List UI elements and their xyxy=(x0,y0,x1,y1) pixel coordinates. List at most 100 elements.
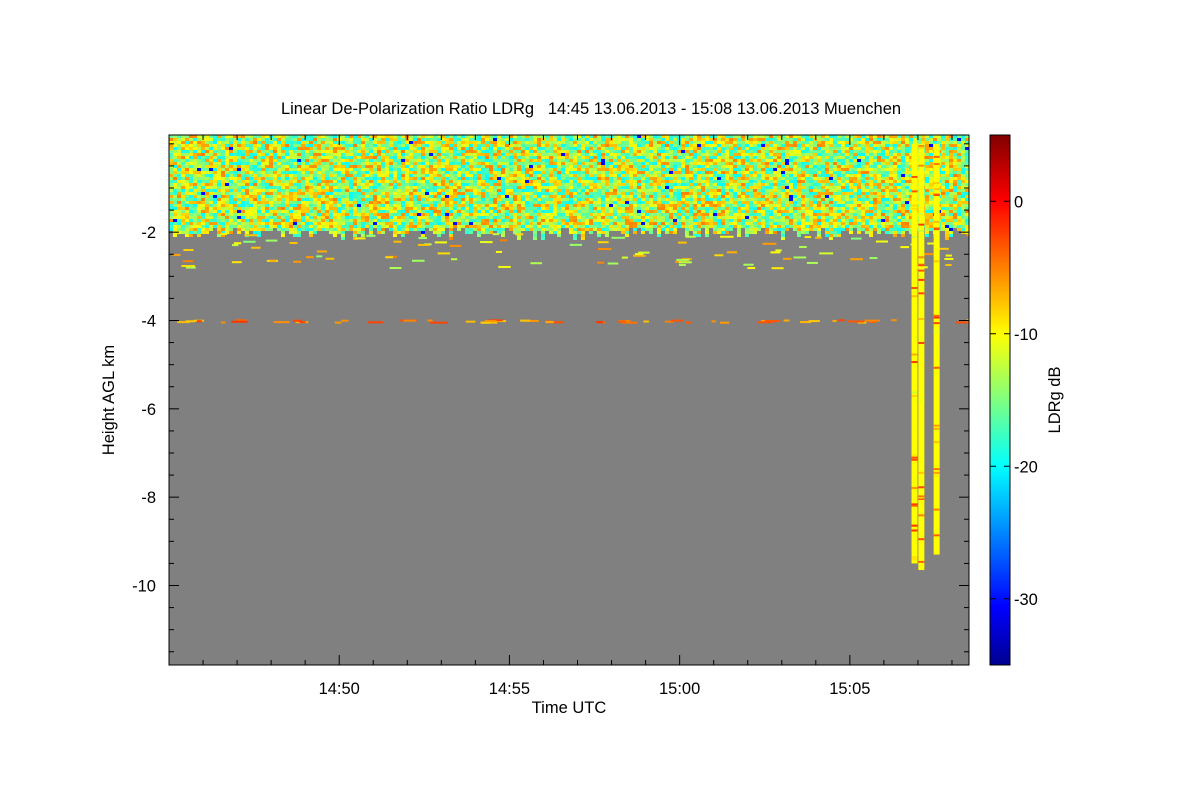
heatmap-cell xyxy=(413,150,417,153)
heatmap-cell xyxy=(441,204,445,207)
heatmap-cell xyxy=(329,177,333,180)
heatmap-cell xyxy=(337,162,341,165)
heatmap-cell xyxy=(609,201,613,204)
heatmap-cell xyxy=(761,141,765,144)
heatmap-cell xyxy=(177,156,181,159)
heatmap-cell xyxy=(757,219,761,222)
heatmap-cell xyxy=(617,138,621,141)
heatmap-cell xyxy=(441,150,445,153)
heatmap-cell xyxy=(465,141,469,144)
heatmap-cell xyxy=(681,204,685,207)
heatmap-cell xyxy=(381,225,385,228)
heatmap-cell xyxy=(505,141,509,144)
heatmap-cell xyxy=(453,144,457,147)
heatmap-cell xyxy=(617,159,621,162)
heatmap-cell xyxy=(673,192,677,195)
heatmap-cell xyxy=(393,153,397,156)
heatmap-cell xyxy=(705,222,709,225)
heatmap-cell xyxy=(189,168,193,171)
heatmap-cell xyxy=(693,192,697,195)
heatmap-cell xyxy=(581,216,585,219)
heatmap-cell xyxy=(425,192,429,195)
heatmap-cell xyxy=(725,213,729,216)
heatmap-cell xyxy=(309,144,313,147)
heatmap-cell xyxy=(309,165,313,168)
heatmap-cell xyxy=(725,219,729,222)
heatmap-cell xyxy=(189,156,193,159)
heatmap-cell xyxy=(369,168,373,171)
heatmap-cell xyxy=(329,147,333,150)
heatmap-cell xyxy=(573,234,577,237)
heatmap-cell xyxy=(377,165,381,168)
heatmap-cell xyxy=(521,165,525,168)
heatmap-cell xyxy=(389,225,393,228)
heatmap-cell xyxy=(425,177,429,180)
heatmap-cell xyxy=(641,213,645,216)
heatmap-cell xyxy=(257,138,261,141)
heatmap-cell xyxy=(593,183,597,186)
heatmap-cell xyxy=(569,165,573,168)
heatmap-cell xyxy=(517,222,521,225)
heatmap-cell xyxy=(329,156,333,159)
heatmap-cell xyxy=(297,141,301,144)
heatmap-cell xyxy=(737,192,741,195)
heatmap-cell xyxy=(361,171,365,174)
heatmap-cell xyxy=(533,216,537,219)
heatmap-cell xyxy=(569,216,573,219)
heatmap-cell xyxy=(561,183,565,186)
heatmap-cell xyxy=(261,153,265,156)
heatmap-cell xyxy=(509,174,513,177)
heatmap-cell xyxy=(489,210,493,213)
heatmap-cell xyxy=(413,207,417,210)
heatmap-cell xyxy=(729,216,733,219)
heatmap-cell xyxy=(637,162,641,165)
heatmap-cell xyxy=(501,180,505,183)
heatmap-cell xyxy=(485,213,489,216)
heatmap-cell xyxy=(377,153,381,156)
heatmap-cell xyxy=(273,213,277,216)
heatmap-cell xyxy=(617,174,621,177)
heatmap-cell xyxy=(341,168,345,171)
heatmap-cell xyxy=(701,198,705,201)
heatmap-cell xyxy=(405,192,409,195)
heatmap-cell xyxy=(689,198,693,201)
heatmap-cell xyxy=(321,174,325,177)
heatmap-cell xyxy=(573,213,577,216)
heatmap-cell xyxy=(253,192,257,195)
heatmap-cell xyxy=(609,138,613,141)
heatmap-cell xyxy=(601,198,605,201)
heatmap-cell xyxy=(665,171,669,174)
heatmap-cell xyxy=(633,177,637,180)
heatmap-cell xyxy=(461,198,465,201)
heatmap-cell xyxy=(325,201,329,204)
heatmap-cell xyxy=(289,204,293,207)
heatmap-cell xyxy=(173,168,177,171)
heatmap-cell xyxy=(337,165,341,168)
heatmap-cell xyxy=(705,192,709,195)
heatmap-cell xyxy=(669,156,673,159)
heatmap-cell xyxy=(397,207,401,210)
heatmap-cell xyxy=(589,198,593,201)
heatmap-cell xyxy=(217,147,221,150)
heatmap-cell xyxy=(261,228,265,231)
heatmap-cell xyxy=(457,192,461,195)
heatmap-cell xyxy=(381,189,385,192)
heatmap-cell xyxy=(293,147,297,150)
heatmap-cell xyxy=(233,210,237,213)
heatmap-cell xyxy=(573,168,577,171)
heatmap-cell xyxy=(181,198,185,201)
heatmap-cell xyxy=(617,228,621,231)
heatmap-cell xyxy=(437,207,441,210)
heatmap-cell xyxy=(221,210,225,213)
heatmap-cell xyxy=(329,219,333,222)
heatmap-cell xyxy=(361,234,365,237)
heatmap-cell xyxy=(389,216,393,219)
heatmap-cell xyxy=(501,198,505,201)
heatmap-cell xyxy=(305,162,309,165)
heatmap-cell xyxy=(333,171,337,174)
heatmap-cell xyxy=(469,177,473,180)
heatmap-cell xyxy=(713,189,717,192)
heatmap-cell xyxy=(713,177,717,180)
heatmap-cell xyxy=(673,201,677,204)
heatmap-cell xyxy=(257,231,261,234)
